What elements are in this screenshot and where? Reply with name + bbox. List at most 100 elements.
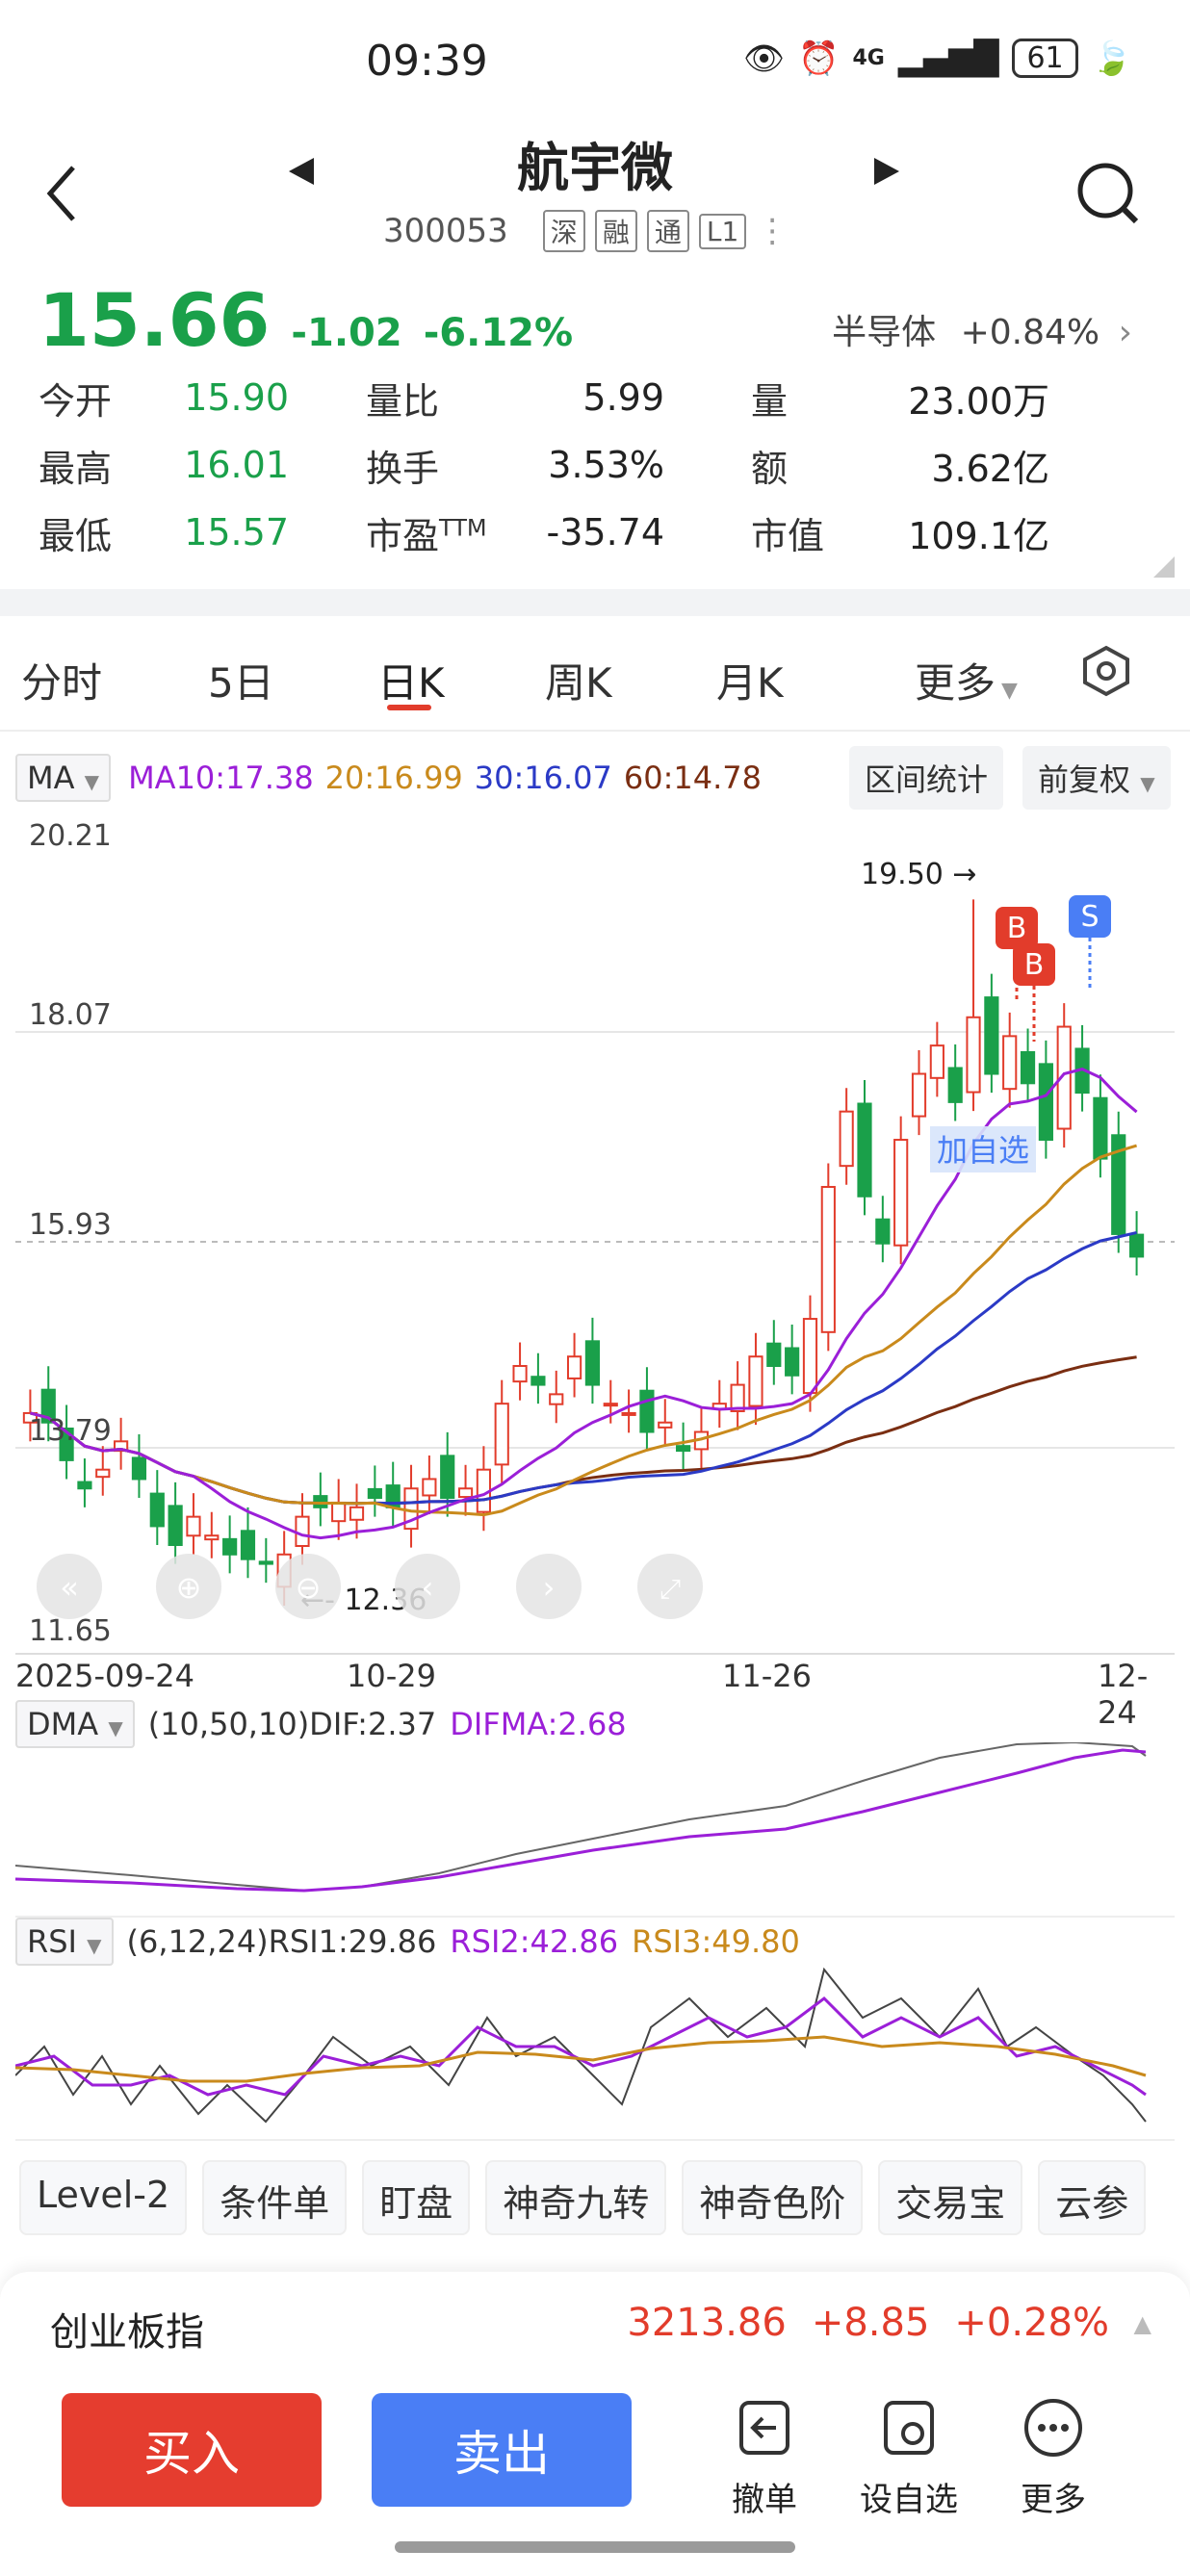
- section-separator: [0, 589, 1190, 616]
- chart-settings-button[interactable]: [1080, 645, 1132, 701]
- rsi3-value: RSI3:49.80: [632, 1923, 800, 1960]
- quote-row: 最低 15.57 市盈TTM -35.74 市值 109.1亿: [39, 499, 1155, 566]
- svg-text:›: ›: [543, 1569, 556, 1606]
- range-stats-button[interactable]: 区间统计: [849, 746, 1004, 810]
- quote-label: 市值: [751, 514, 825, 557]
- more-actions-button[interactable]: 更多: [996, 2397, 1111, 2520]
- sell-button[interactable]: 卖出: [372, 2393, 632, 2507]
- expand-icon[interactable]: ▲: [1134, 2310, 1151, 2337]
- search-icon: [1077, 163, 1139, 224]
- quote-label: 量比: [366, 379, 440, 423]
- more-actions-label: 更多: [1021, 2481, 1086, 2519]
- candle-body: [204, 1534, 220, 1541]
- candle-body: [875, 1218, 891, 1245]
- svg-text:‹: ‹: [422, 1569, 434, 1606]
- tab-more[interactable]: 更多 ▼: [915, 651, 1018, 709]
- candle-body: [893, 1139, 909, 1247]
- candle-body: [766, 1342, 782, 1367]
- func-monitor[interactable]: 盯盘: [362, 2160, 471, 2235]
- index-name[interactable]: 创业板指: [50, 2301, 204, 2357]
- candle-body: [367, 1487, 382, 1500]
- buy-marker: B: [1013, 943, 1055, 986]
- next-stock-button[interactable]: [870, 152, 903, 194]
- rsi-selector[interactable]: RSI ▼: [15, 1918, 114, 1966]
- ma-selector[interactable]: MA ▼: [15, 754, 112, 802]
- buy-button[interactable]: 买入: [62, 2393, 322, 2507]
- candle-body: [911, 1072, 927, 1118]
- candle-body: [929, 1044, 944, 1079]
- candle-body: [149, 1492, 165, 1528]
- kline-svg: B B S 加自选 19.50 → ←- 12.36 20.21 18.07 1…: [15, 819, 1175, 1655]
- dma-selector[interactable]: DMA ▼: [15, 1700, 135, 1748]
- candle-body: [984, 996, 999, 1075]
- tab-monthly-k[interactable]: 月K: [716, 651, 784, 709]
- adjust-selector[interactable]: 前复权 ▼: [1022, 746, 1171, 810]
- func-level2[interactable]: Level-2: [19, 2160, 188, 2235]
- quote-value: 3.62亿: [931, 447, 1049, 490]
- rsi2-value: RSI2:42.86: [450, 1923, 619, 1960]
- corner-indicator: [1153, 556, 1175, 578]
- candle-body: [785, 1347, 800, 1377]
- undo-icon: [739, 2401, 789, 2455]
- quote-grid: 今开 15.90 量比 5.99 量 23.00万 最高 16.01 换手 3.…: [39, 364, 1155, 566]
- price-change-pct: -6.12%: [423, 311, 574, 355]
- func-conditional-order[interactable]: 条件单: [202, 2160, 348, 2235]
- kline-chart[interactable]: B B S 加自选 19.50 → ←- 12.36 20.21 18.07 1…: [15, 818, 1175, 1656]
- tab-timeshare[interactable]: 分时: [21, 651, 102, 709]
- tab-weekly-k[interactable]: 周K: [545, 651, 612, 709]
- tab-active-indicator: [387, 705, 431, 710]
- network-label: 4G: [852, 46, 885, 70]
- dma-chart: [14, 1740, 1175, 1918]
- func-trade-treasure[interactable]: 交易宝: [878, 2160, 1023, 2235]
- date-label: 2025-09-24: [15, 1658, 194, 1694]
- tag-connect: 通: [646, 210, 689, 252]
- candle-body: [549, 1393, 564, 1405]
- dma-svg: [14, 1740, 1147, 1893]
- candle-body: [512, 1364, 528, 1383]
- candle-body: [422, 1478, 437, 1497]
- candle-body: [240, 1530, 256, 1560]
- candle-body: [584, 1340, 601, 1386]
- quote-value: 3.53%: [548, 444, 664, 486]
- quote-label: 量: [751, 379, 789, 423]
- ma-legend-row: MA ▼ MA10:17.38 20:16.99 30:16.07 60:14.…: [15, 741, 1180, 814]
- candle-body: [1038, 1063, 1053, 1142]
- date-label: 10-29: [347, 1658, 436, 1694]
- add-watchlist-button[interactable]: 设自选: [851, 2397, 967, 2520]
- candle-body: [295, 1515, 310, 1547]
- ma30-value: 30:16.07: [474, 760, 612, 796]
- candle-body: [258, 1560, 273, 1565]
- candle-body: [566, 1355, 582, 1379]
- candle-body: [748, 1355, 763, 1407]
- sector-link[interactable]: 半导体 +0.84% ›: [832, 304, 1132, 354]
- quote-label-pe: 市盈TTM: [366, 513, 487, 557]
- tab-daily-k[interactable]: 日K: [377, 651, 445, 709]
- price-row: 15.66 -1.02 -6.12%: [39, 277, 573, 363]
- index-value: 3213.86: [627, 2301, 787, 2345]
- quote-label: 今开: [39, 379, 113, 423]
- y-label: 13.79: [29, 1414, 112, 1448]
- search-button[interactable]: [1074, 160, 1142, 231]
- dma-params: (10,50,10)DIF:2.37: [147, 1706, 437, 1742]
- status-bar: 09:39 👁 ⏰ 4G ▂▄▆█ 61 🍃: [0, 0, 1190, 125]
- index-values: 3213.86 +8.85 +0.28%: [627, 2301, 1109, 2345]
- candle-body: [947, 1067, 963, 1103]
- func-magic-color[interactable]: 神奇色阶: [682, 2160, 864, 2235]
- status-time: 09:39: [366, 37, 488, 86]
- watchlist-gear-icon: [884, 2401, 934, 2455]
- more-dots-icon[interactable]: ⋮: [756, 212, 789, 250]
- quote-label: 最高: [39, 447, 113, 490]
- tab-5day[interactable]: 5日: [208, 651, 274, 709]
- candle-body: [658, 1421, 673, 1429]
- svg-text:⊕: ⊕: [176, 1569, 202, 1606]
- stock-code: 300053: [383, 212, 508, 250]
- price-change: -1.02: [291, 311, 402, 355]
- status-icons: 👁 ⏰ 4G ▂▄▆█ 61 🍃: [743, 39, 1132, 78]
- candle-body: [168, 1505, 183, 1546]
- cancel-order-button[interactable]: 撤单: [707, 2397, 822, 2520]
- svg-text:B: B: [1024, 948, 1045, 982]
- func-cloud[interactable]: 云参: [1038, 2160, 1147, 2235]
- current-price: 15.66: [39, 277, 271, 363]
- func-magic-nine[interactable]: 神奇九转: [485, 2160, 667, 2235]
- y-label: 18.07: [29, 998, 112, 1032]
